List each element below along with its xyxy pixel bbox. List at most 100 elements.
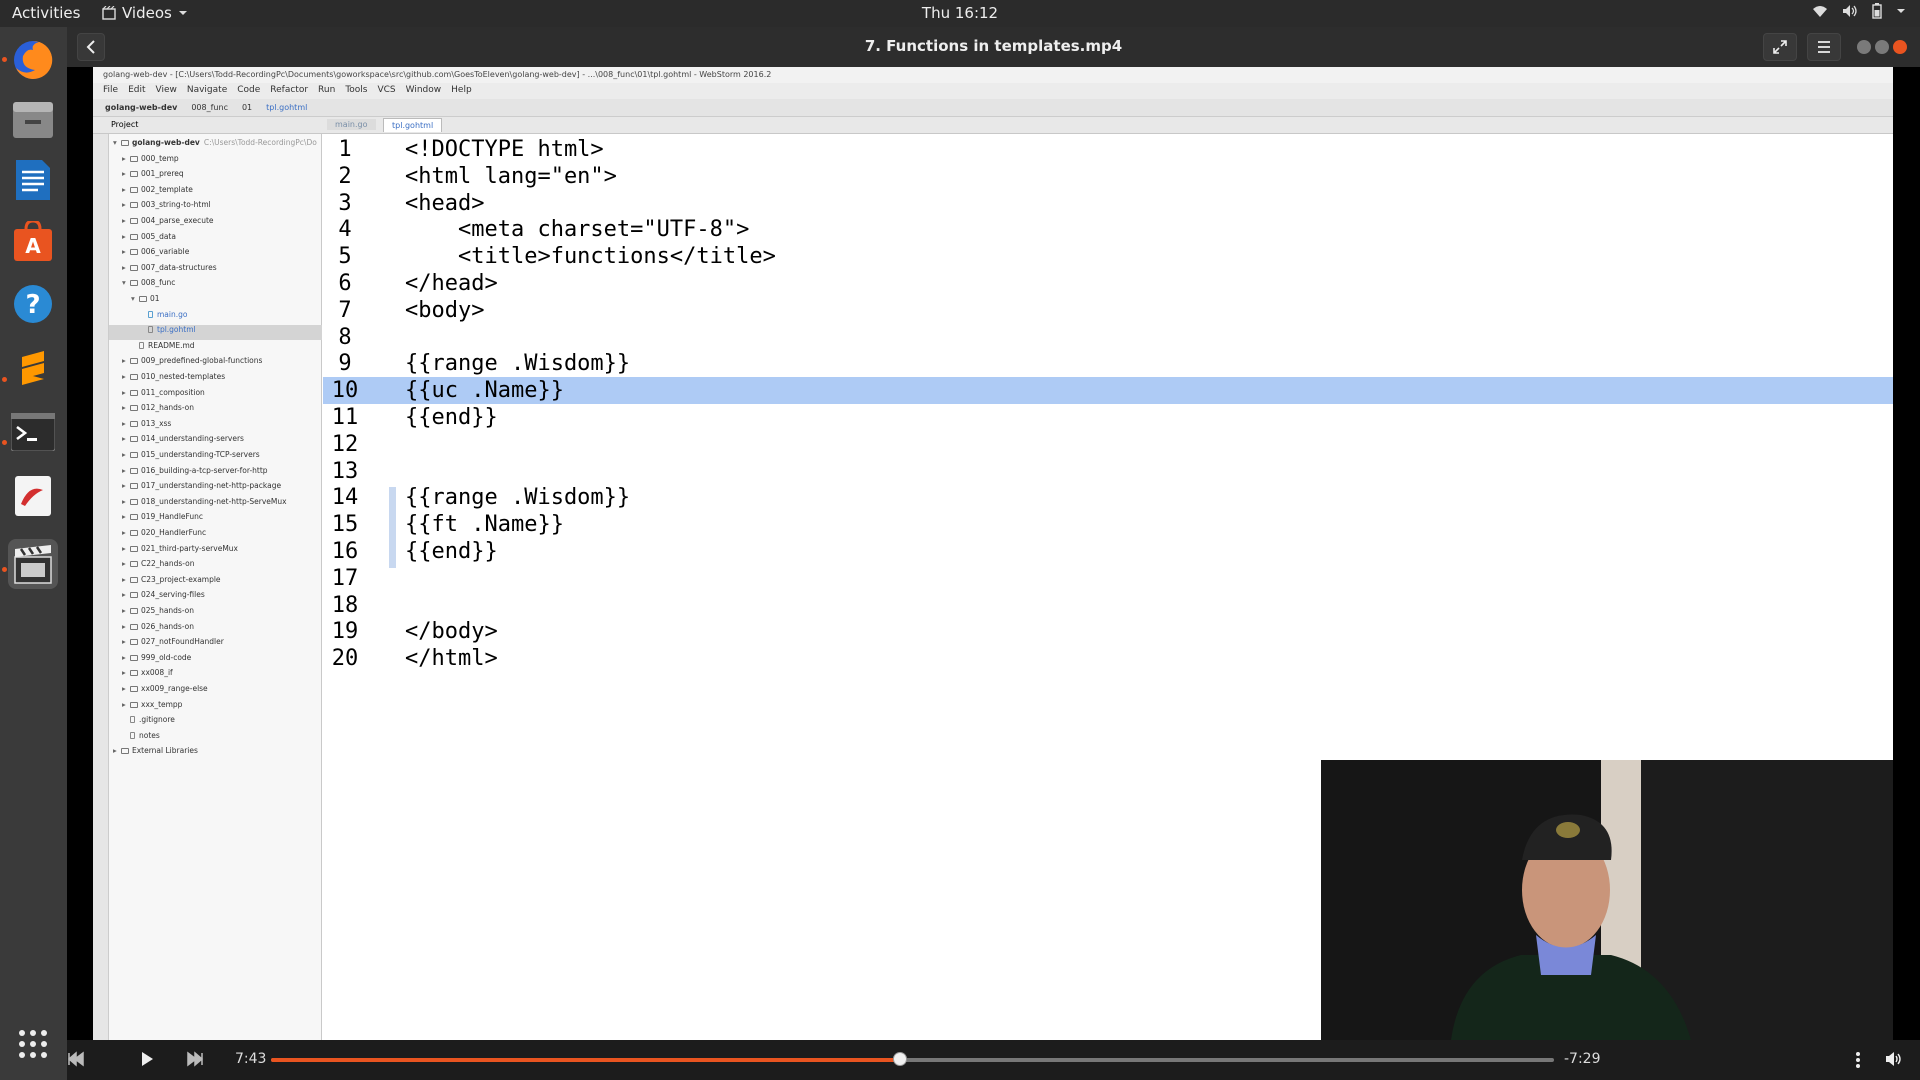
system-menu-chevron-icon[interactable]: [1896, 7, 1906, 15]
tree-item[interactable]: ▸ 011_composition: [109, 388, 322, 403]
tree-item[interactable]: ▸ 025_hands-on: [109, 606, 322, 621]
tree-expander-icon[interactable]: ▸: [122, 512, 130, 521]
tree-item[interactable]: ▸ 012_hands-on: [109, 403, 322, 418]
tree-expander-icon[interactable]: ▸: [122, 356, 130, 365]
activities-button[interactable]: Activities: [12, 4, 80, 22]
tree-item[interactable]: .gitignore: [109, 715, 322, 730]
tree-item[interactable]: ▸ xx008_if: [109, 668, 322, 683]
tree-expander-icon[interactable]: ▸: [113, 746, 121, 755]
seek-bar[interactable]: [271, 1052, 1554, 1066]
tree-expander-icon[interactable]: ▸: [122, 247, 130, 256]
tree-expander-icon[interactable]: ▸: [122, 403, 130, 412]
play-icon[interactable]: [139, 1051, 155, 1067]
tree-item[interactable]: ▸ 000_temp: [109, 154, 322, 169]
code-line[interactable]: 9 {{range .Wisdom}}: [323, 350, 1893, 377]
tree-expander-icon[interactable]: ▸: [122, 372, 130, 381]
tree-item[interactable]: README.md: [109, 341, 322, 356]
code-line[interactable]: 13: [323, 458, 1893, 485]
tree-item[interactable]: notes: [109, 731, 322, 746]
tree-item[interactable]: ▾ 008_func: [109, 278, 322, 293]
tree-expander-icon[interactable]: ▸: [122, 216, 130, 225]
maximize-button[interactable]: [1875, 40, 1889, 54]
code-line[interactable]: 5 <title>functions</title>: [323, 243, 1893, 270]
kebab-menu-icon[interactable]: [1855, 1051, 1861, 1069]
code-line[interactable]: 16 {{end}}: [323, 538, 1893, 565]
tree-item[interactable]: ▸ 013_xss: [109, 419, 322, 434]
tree-item[interactable]: tpl.gohtml: [109, 325, 322, 341]
tree-item[interactable]: ▸ xx009_range-else: [109, 684, 322, 699]
code-line[interactable]: 15 {{ft .Name}}: [323, 511, 1893, 538]
tree-expander-icon[interactable]: ▸: [122, 185, 130, 194]
tree-expander-icon[interactable]: ▾: [122, 278, 130, 287]
tree-item[interactable]: ▸ 015_understanding-TCP-servers: [109, 450, 322, 465]
code-line[interactable]: 20 </html>: [323, 645, 1893, 672]
tree-item[interactable]: ▸ xxx_tempp: [109, 700, 322, 715]
tree-item[interactable]: ▸ 018_understanding-net-http-ServeMux: [109, 497, 322, 512]
tree-item[interactable]: ▸ C22_hands-on: [109, 559, 322, 574]
terminal-icon[interactable]: [8, 407, 58, 457]
evince-icon[interactable]: [8, 471, 58, 521]
tree-expander-icon[interactable]: ▸: [122, 466, 130, 475]
tree-item[interactable]: ▸ 019_HandleFunc: [109, 512, 322, 527]
code-line[interactable]: 10 {{uc .Name}}: [323, 377, 1893, 405]
code-line[interactable]: 2 <html lang="en">: [323, 163, 1893, 190]
tree-expander-icon[interactable]: ▸: [122, 684, 130, 693]
tree-expander-icon[interactable]: ▸: [122, 154, 130, 163]
tree-item[interactable]: ▸ 016_building-a-tcp-server-for-http: [109, 466, 322, 481]
code-line[interactable]: 4 <meta charset="UTF-8">: [323, 216, 1893, 243]
clock[interactable]: Thu 16:12: [922, 4, 998, 22]
tree-expander-icon[interactable]: ▸: [122, 590, 130, 599]
code-line[interactable]: 3 <head>: [323, 190, 1893, 217]
tree-item[interactable]: ▸ 017_understanding-net-http-package: [109, 481, 322, 496]
tree-expander-icon[interactable]: ▸: [122, 544, 130, 553]
sublime-icon[interactable]: [8, 343, 58, 393]
tree-item[interactable]: ▾ golang-web-dev C:\Users\Todd-RecordingPc…: [109, 138, 322, 153]
app-menu[interactable]: Videos: [102, 4, 188, 22]
tree-expander-icon[interactable]: ▸: [122, 200, 130, 209]
tree-expander-icon[interactable]: ▸: [122, 668, 130, 677]
code-line[interactable]: 6 </head>: [323, 270, 1893, 297]
tree-expander-icon[interactable]: ▸: [122, 637, 130, 646]
tree-item[interactable]: ▸ 010_nested-templates: [109, 372, 322, 387]
tree-item[interactable]: ▸ External Libraries: [109, 746, 322, 761]
tree-item[interactable]: ▸ 026_hands-on: [109, 622, 322, 637]
code-line[interactable]: 14 {{range .Wisdom}}: [323, 484, 1893, 511]
tree-expander-icon[interactable]: ▸: [122, 263, 130, 272]
show-applications-button[interactable]: [0, 1027, 67, 1067]
seek-handle[interactable]: [892, 1052, 907, 1066]
tree-expander-icon[interactable]: ▸: [122, 434, 130, 443]
tree-expander-icon[interactable]: ▸: [122, 575, 130, 584]
tree-expander-icon[interactable]: ▸: [122, 450, 130, 459]
code-line[interactable]: 7 <body>: [323, 297, 1893, 324]
videos-icon[interactable]: [8, 539, 58, 589]
fullscreen-button[interactable]: [1763, 33, 1797, 61]
video-frame[interactable]: golang-web-dev - [C:\Users\Todd-Recordin…: [93, 67, 1893, 1040]
system-tray[interactable]: [1812, 3, 1906, 19]
code-line[interactable]: 17: [323, 565, 1893, 592]
code-line[interactable]: 1 <!DOCTYPE html>: [323, 136, 1893, 163]
help-icon[interactable]: ?: [8, 279, 58, 329]
tree-item[interactable]: ▸ 004_parse_execute: [109, 216, 322, 231]
volume-icon[interactable]: [1842, 4, 1858, 18]
tree-item[interactable]: ▸ 014_understanding-servers: [109, 434, 322, 449]
volume-icon[interactable]: [1885, 1051, 1903, 1067]
code-line[interactable]: 19 </body>: [323, 618, 1893, 645]
tree-item[interactable]: ▸ 003_string-to-html: [109, 200, 322, 215]
tree-expander-icon[interactable]: ▸: [122, 622, 130, 631]
skip-forward-icon[interactable]: [186, 1051, 204, 1067]
close-button[interactable]: [1893, 40, 1907, 54]
code-line[interactable]: 8: [323, 324, 1893, 351]
tree-item[interactable]: ▸ 999_old-code: [109, 653, 322, 668]
tree-expander-icon[interactable]: ▸: [122, 559, 130, 568]
software-icon[interactable]: A: [8, 217, 58, 267]
firefox-icon[interactable]: [8, 35, 58, 85]
tree-expander-icon[interactable]: ▸: [122, 388, 130, 397]
tree-expander-icon[interactable]: ▾: [113, 138, 121, 147]
tree-expander-icon[interactable]: ▸: [122, 169, 130, 178]
tree-item[interactable]: ▸ 005_data: [109, 232, 322, 247]
tree-item[interactable]: ▾ 01: [109, 294, 322, 309]
code-line[interactable]: 11 {{end}}: [323, 404, 1893, 431]
code-line[interactable]: 18: [323, 592, 1893, 619]
tree-item[interactable]: ▸ 027_notFoundHandler: [109, 637, 322, 652]
tree-item[interactable]: ▸ 007_data-structures: [109, 263, 322, 278]
